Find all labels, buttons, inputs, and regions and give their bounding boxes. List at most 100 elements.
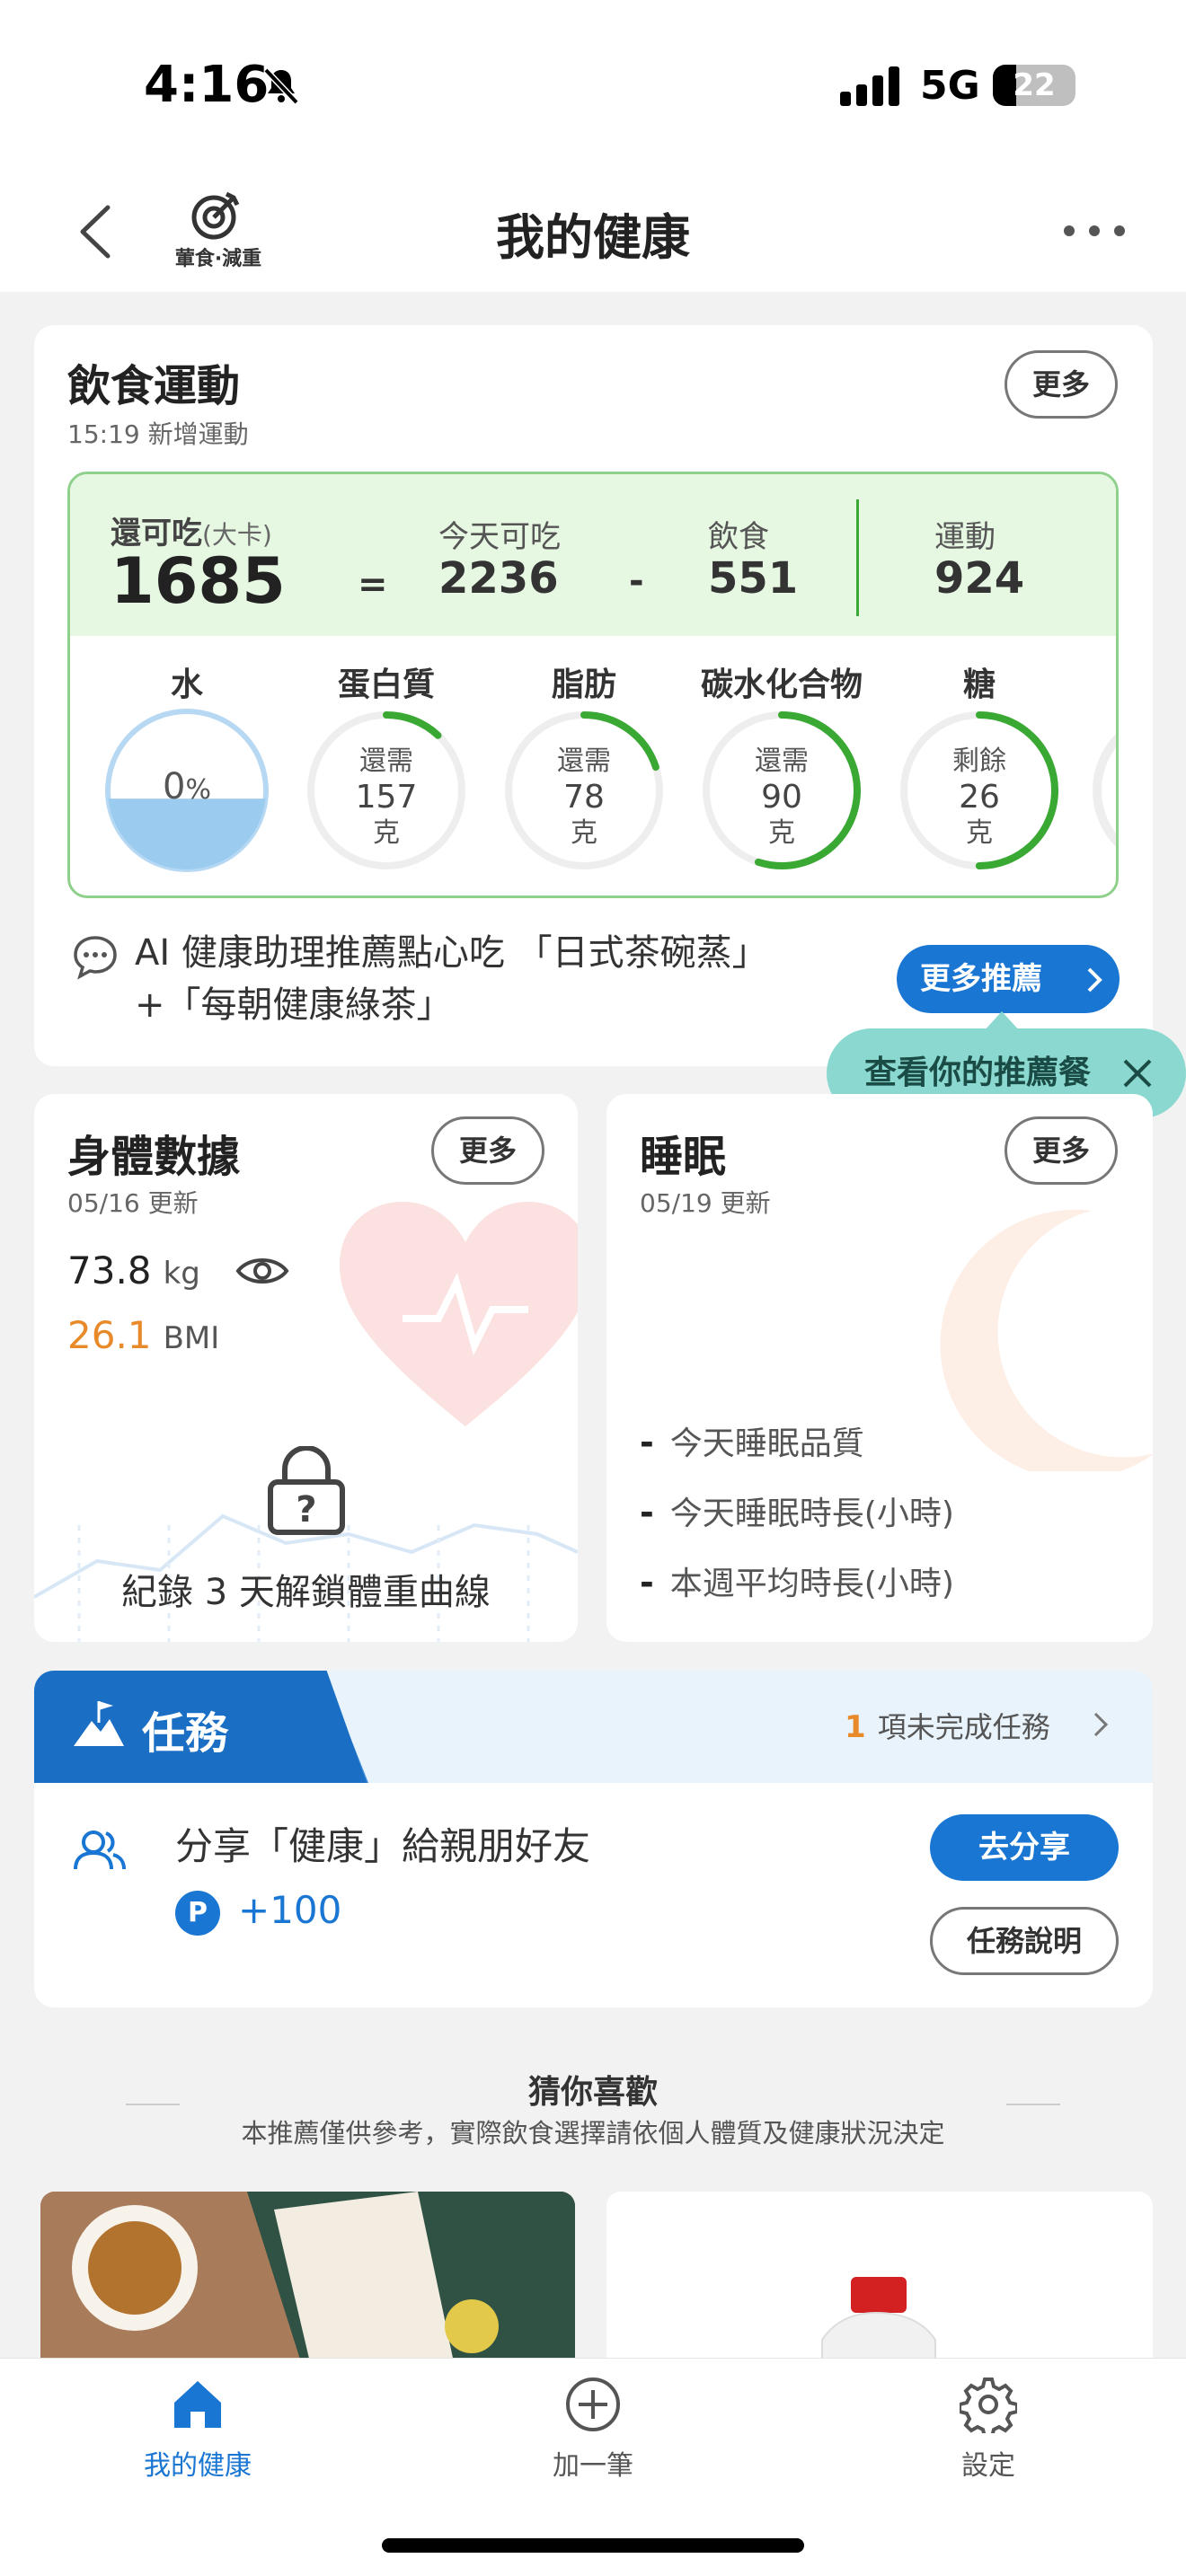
next-ring-partial [1093, 734, 1116, 847]
weight-value: 73.8 [67, 1248, 152, 1292]
nav-settings[interactable]: 設定 [881, 2371, 1096, 2482]
bell-muted-icon [263, 67, 299, 105]
ai-recommend-text: AI 健康助理推薦點心吃 「日式茶碗蒸」+「每朝健康綠茶」 [135, 932, 768, 1026]
gear-icon [960, 2378, 1017, 2433]
task-explain-button[interactable]: 任務說明 [930, 1907, 1119, 1975]
water-title: 水 [170, 666, 203, 703]
weight-unit: kg [163, 1256, 200, 1292]
more-recommend-label: 更多推薦 [920, 961, 1042, 997]
home-icon [174, 2381, 221, 2428]
nutrient-text: 還需 90 克 [701, 744, 863, 851]
exercise-value: 924 [934, 553, 1025, 604]
sleep-item-label: 今天睡眠品質 [669, 1425, 864, 1462]
sleep-item: - 今天睡眠品質 [640, 1417, 864, 1464]
nav-add[interactable]: 加一筆 [485, 2371, 701, 2482]
sleep-item-value: - [640, 1493, 654, 1532]
sleep-item-label: 今天睡眠時長(小時) [669, 1495, 954, 1532]
nutrient-status: 還需 [359, 745, 413, 777]
today-label: 今天可吃 [438, 519, 561, 555]
body-card-subtitle: 05/16 更新 [67, 1188, 199, 1218]
sleep-card-subtitle: 05/19 更新 [640, 1188, 771, 1218]
product-image-bottle [821, 2277, 936, 2362]
plus-circle-icon [566, 2378, 620, 2431]
nutrient-status: 還需 [755, 745, 809, 777]
nutrient-value: 26 [959, 779, 1000, 816]
sleep-item-label: 本週平均時長(小時) [669, 1566, 954, 1602]
status-time: 4:16 [144, 56, 270, 114]
nutrient-value: 157 [355, 779, 418, 816]
sleep-item-value: - [640, 1563, 654, 1602]
nutrient-text: 剩餘 26 克 [898, 744, 1060, 851]
sleep-item: - 今天睡眠時長(小時) [640, 1487, 954, 1534]
product-image-tea [40, 2192, 575, 2362]
nutrient-unit: 克 [571, 817, 597, 849]
nav-home[interactable]: 我的健康 [90, 2371, 305, 2482]
sleep-card-title: 睡眠 [640, 1132, 727, 1182]
nutrient-unit: 克 [768, 817, 795, 849]
chevron-right-icon[interactable] [1092, 1711, 1110, 1738]
bmi-label: BMI [163, 1320, 220, 1356]
close-icon[interactable] [1121, 1057, 1154, 1090]
equals-sign: = [358, 564, 388, 605]
body-card-title: 身體數據 [67, 1132, 241, 1182]
more-options-icon[interactable] [1060, 220, 1128, 242]
unlock-weight-text: 紀錄 3 天解鎖體重曲線 [121, 1572, 491, 1613]
remaining-value: 1685 [111, 544, 286, 618]
nav-settings-label: 設定 [961, 2450, 1015, 2482]
nav-add-label: 加一筆 [553, 2450, 633, 2482]
calorie-summary-box: 還可吃(大卡) 1685 = 今天可吃 2236 - 飲食 551 運動 924… [67, 472, 1119, 898]
nutrient-value: 78 [563, 779, 605, 816]
heart-icon [340, 1202, 578, 1426]
nutrient-title: 蛋白質 [337, 666, 435, 703]
chat-icon [74, 936, 117, 980]
nutrient-title: 脂肪 [551, 666, 616, 703]
people-icon [74, 1831, 126, 1870]
battery-icon: 22 [993, 65, 1075, 106]
nutrient-text: 還需 157 克 [305, 744, 467, 851]
sleep-item: - 本週平均時長(小時) [640, 1557, 954, 1604]
bmi-value: 26.1 [67, 1313, 152, 1357]
signal-icon [840, 66, 899, 106]
body-more-button[interactable]: 更多 [431, 1116, 544, 1185]
exercise-label: 運動 [934, 519, 996, 555]
share-button[interactable]: 去分享 [930, 1814, 1119, 1881]
product-card-tea[interactable] [40, 2192, 575, 2362]
food-value: 551 [708, 553, 799, 604]
nutrient-status: 剩餘 [952, 745, 1006, 777]
today-value: 2236 [438, 553, 559, 604]
nutrient-title: 糖 [962, 666, 996, 703]
product-card-bottle[interactable] [606, 2192, 1153, 2362]
diet-card-subtitle: 15:19 新增運動 [67, 419, 249, 449]
eye-icon[interactable] [235, 1253, 289, 1289]
sleep-more-button[interactable]: 更多 [1005, 1116, 1118, 1185]
chevron-right-icon [1087, 967, 1102, 992]
tooltip-text: 查看你的推薦餐 [864, 1054, 1092, 1091]
lock-icon: ? [268, 1446, 345, 1535]
diet-more-button[interactable]: 更多 [1005, 350, 1118, 419]
more-recommend-button[interactable]: 更多推薦 [897, 945, 1120, 1013]
flag-mountain-icon [74, 1701, 124, 1746]
page-title: 我的健康 [496, 209, 690, 266]
sleep-item-value: - [640, 1423, 654, 1462]
nutrient-unit: 克 [966, 817, 993, 849]
points-value: +100 [238, 1888, 342, 1932]
pending-count: 1 [845, 1709, 866, 1745]
pending-label: 項未完成任務 [877, 1710, 1050, 1744]
nutrient-title: 碳水化合物 [700, 666, 863, 703]
divider-left [126, 2104, 180, 2105]
nutrient-status: 還需 [557, 745, 611, 777]
recommend-disclaimer: 本推薦僅供參考，實際飲食選擇請依個人體質及健康狀況決定 [241, 2118, 945, 2148]
divider [856, 499, 859, 616]
home-indicator [382, 2538, 804, 2553]
minus-sign: - [629, 560, 644, 602]
nutrient-value: 90 [761, 779, 802, 816]
points-badge: P [175, 1891, 220, 1936]
water-percent-sign: % [185, 774, 211, 806]
divider-right [1006, 2104, 1060, 2105]
svg-text:?: ? [296, 1489, 316, 1531]
nutrient-unit: 克 [373, 817, 400, 849]
water-percent: 0 [163, 766, 186, 807]
task-title: 任務 [142, 1708, 229, 1759]
diet-card-title: 飲食運動 [67, 361, 241, 411]
pending-tasks-link[interactable]: 1 項未完成任務 [845, 1705, 1050, 1746]
